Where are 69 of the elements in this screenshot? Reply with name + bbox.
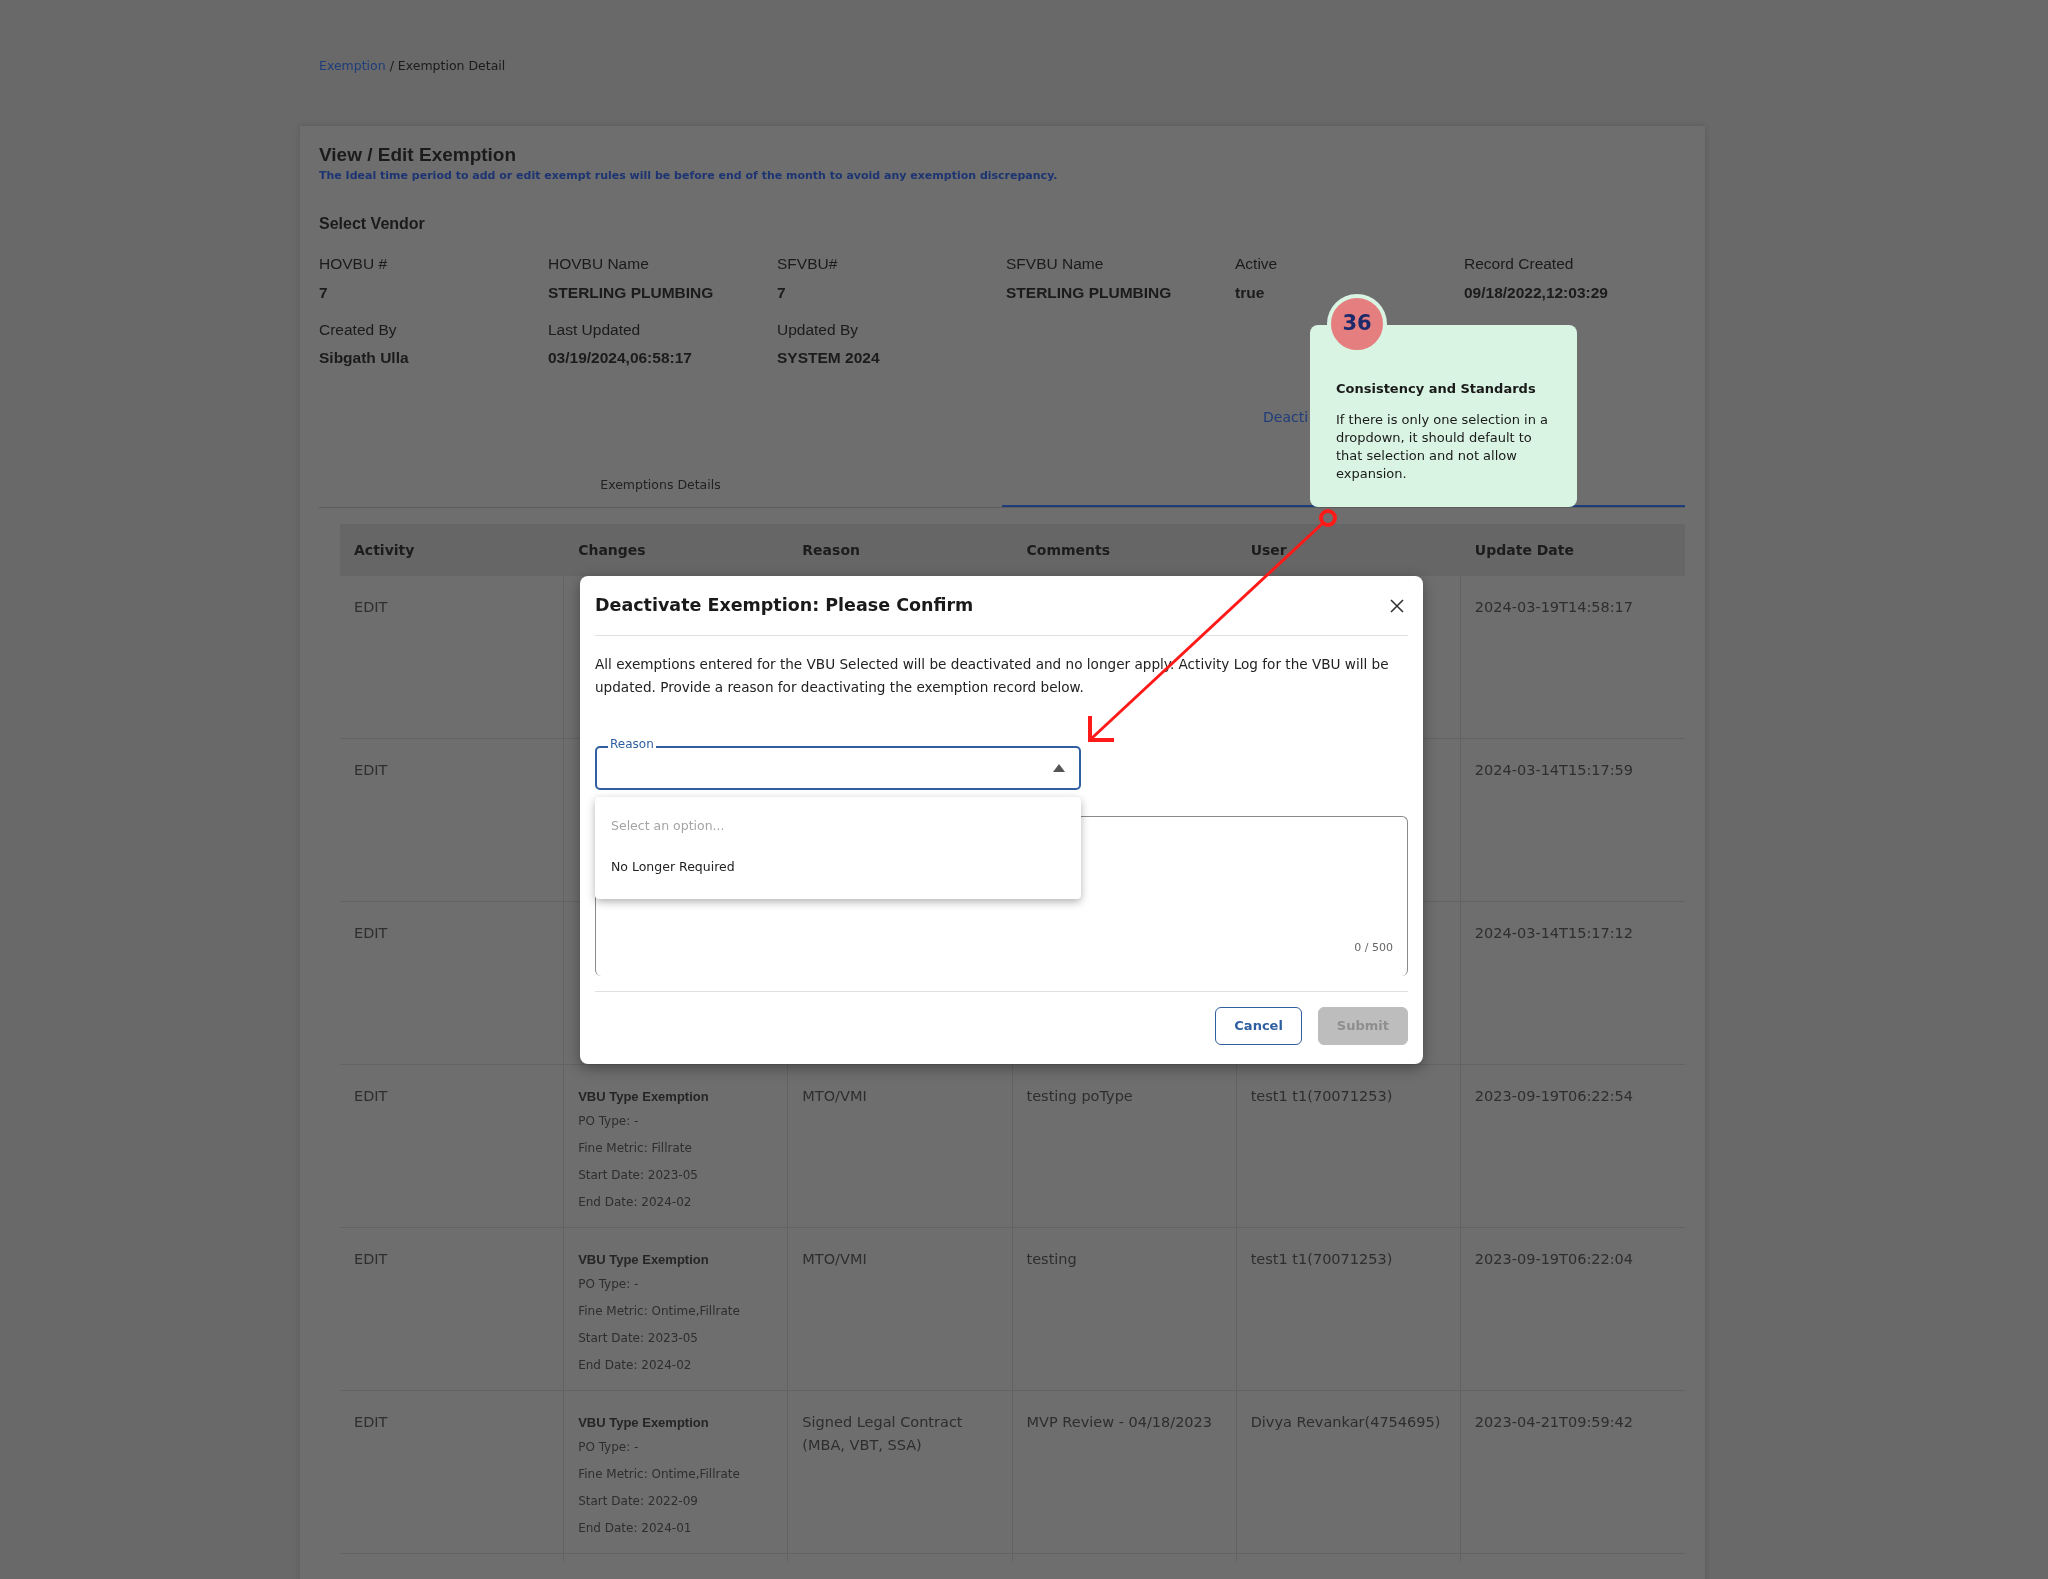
column-header: User bbox=[1249, 541, 1288, 561]
table-cell: EDIT bbox=[340, 1391, 565, 1563]
field-value: SYSTEM 2024 bbox=[777, 348, 881, 368]
page-title: View / Edit Exemption bbox=[319, 142, 518, 167]
table-cell-text: MTO/VMI bbox=[802, 1088, 867, 1105]
column-header: Activity bbox=[353, 541, 416, 561]
table-cell-text: 2023-04-21T09:59:42 bbox=[1473, 1413, 1635, 1433]
field-value: 7 bbox=[319, 282, 329, 303]
breadcrumb-separator: / bbox=[388, 58, 395, 73]
change-title: VBU Type Exemption bbox=[578, 1414, 710, 1433]
notice-text: The Ideal time period to add or edit exempt rules will be before end of the month to avoid any exemption discrepancy. bbox=[319, 167, 1059, 184]
field-value: 7 bbox=[777, 282, 787, 303]
field-label: Last Updated bbox=[548, 319, 642, 340]
column-header: Changes bbox=[577, 541, 647, 561]
table-cell: EDIT bbox=[340, 902, 565, 1065]
column-header: Reason bbox=[801, 541, 861, 561]
table-cell-text: testing bbox=[1026, 1251, 1077, 1268]
table-cell-text: testing poType bbox=[1026, 1088, 1133, 1105]
field-label: Created By bbox=[319, 319, 398, 340]
user-name: test1 t1(70071253) bbox=[1250, 1251, 1393, 1268]
change-detail: End Date: 2024-02 bbox=[578, 1357, 693, 1375]
change-detail: Fine Metric: Ontime,Fillrate bbox=[578, 1303, 741, 1321]
table-cell: EDIT bbox=[340, 1065, 565, 1237]
change-detail: Fine Metric: Fillrate bbox=[578, 1140, 693, 1158]
dialog-title: Deactivate Exemption: Please Confirm bbox=[595, 594, 974, 618]
field-value: STERLING PLUMBING bbox=[548, 282, 715, 303]
field-label: SFVBU Name bbox=[1006, 254, 1105, 275]
change-detail: PO Type: - bbox=[578, 1276, 640, 1294]
field-value: 09/18/2022,12:03:29 bbox=[1464, 282, 1609, 303]
change-detail: Start Date: 2023-05 bbox=[578, 1330, 699, 1348]
callout-title: Consistency and Standards bbox=[1336, 380, 1537, 398]
table-cell-text: Signed Legal Contract (MBA, VBT, SSA) bbox=[802, 1414, 963, 1454]
table-cell-text: MTO/VMI bbox=[802, 1251, 867, 1268]
callout-text: If there is only one selection in a dropdown, it should default to that selection and not allow expansion. bbox=[1336, 410, 1550, 483]
table-cell-text: 2024-03-14T15:17:59 bbox=[1473, 761, 1635, 781]
user-name: test1 t1(70071253) bbox=[1250, 1088, 1393, 1105]
change-detail: Fine Metric: Ontime,Fillrate bbox=[578, 1466, 741, 1484]
change-detail: Start Date: 2023-05 bbox=[578, 1167, 699, 1185]
change-detail: End Date: 2024-02 bbox=[578, 1194, 693, 1212]
field-value: STERLING PLUMBING bbox=[1006, 282, 1173, 303]
section-title: Select Vendor bbox=[319, 214, 426, 235]
user-name: Divya Revankar(4754695) bbox=[1250, 1414, 1441, 1431]
change-detail: PO Type: - bbox=[578, 1113, 640, 1131]
table-cell-text: 2024-03-14T15:17:12 bbox=[1473, 924, 1635, 944]
field-label: HOVBU # bbox=[319, 254, 389, 275]
table-cell-text: 2023-09-19T06:22:54 bbox=[1473, 1087, 1635, 1107]
change-detail: PO Type: - bbox=[578, 1439, 640, 1457]
field-label: SFVBU# bbox=[777, 254, 839, 275]
field-label: HOVBU Name bbox=[548, 254, 650, 275]
column-header: Update Date bbox=[1473, 541, 1575, 561]
table-cell: EDIT bbox=[340, 1228, 565, 1400]
field-label: Record Created bbox=[1464, 254, 1575, 275]
field-value: true bbox=[1235, 282, 1266, 303]
table-cell-text: 2023-09-19T06:22:04 bbox=[1473, 1250, 1635, 1270]
change-detail: Start Date: 2022-09 bbox=[578, 1493, 699, 1511]
field-label: Updated By bbox=[777, 319, 859, 340]
field-label: Active bbox=[1235, 254, 1279, 275]
table-cell-text: 2024-03-19T14:58:17 bbox=[1473, 598, 1635, 618]
field-value: Sibgath Ulla bbox=[319, 348, 410, 368]
table-cell: EDIT bbox=[340, 739, 565, 902]
change-detail: End Date: 2024-01 bbox=[578, 1520, 693, 1538]
change-title: VBU Type Exemption bbox=[578, 1088, 710, 1107]
change-title: VBU Type Exemption bbox=[578, 1251, 710, 1270]
breadcrumb-current: Exemption Detail bbox=[397, 58, 506, 73]
field-value: 03/19/2024,06:58:17 bbox=[548, 348, 693, 368]
column-header: Comments bbox=[1025, 541, 1112, 561]
table-cell: EDIT bbox=[340, 576, 565, 739]
table-cell-text: MVP Review - 04/18/2023 bbox=[1026, 1414, 1213, 1431]
character-counter: 0 / 500 bbox=[1354, 939, 1393, 956]
